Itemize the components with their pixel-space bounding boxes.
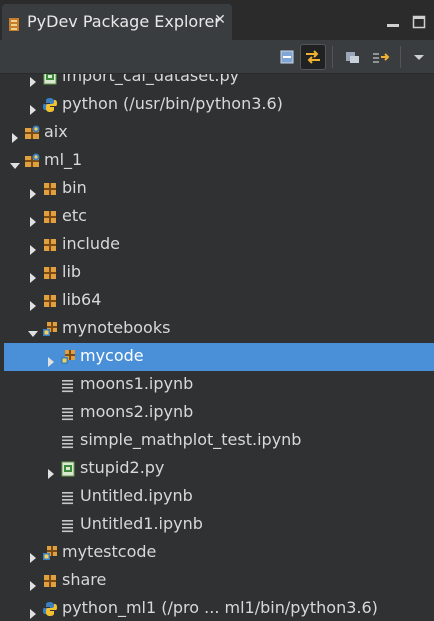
tree-item-label: moons1.ipynb xyxy=(80,374,194,393)
view-tab-bar: PyDev Package Explorer ✕ xyxy=(0,0,434,40)
filters-icon[interactable] xyxy=(340,44,366,70)
tree-item-include[interactable]: include xyxy=(0,231,434,259)
tree-item-label: etc xyxy=(62,206,87,225)
tree-item-label: lib xyxy=(62,262,82,281)
tree-item-label: ml_1 xyxy=(44,150,83,169)
tree-item-label: aix xyxy=(44,122,68,141)
chevron-right-icon[interactable] xyxy=(28,184,38,199)
view-toolbar xyxy=(0,40,434,74)
folder-icon xyxy=(42,573,58,589)
text-file-icon xyxy=(60,489,76,505)
tree-item-untitledipynb[interactable]: Untitled.ipynb xyxy=(0,483,434,511)
source-folder-icon xyxy=(42,545,58,561)
chevron-right-icon[interactable] xyxy=(10,128,20,143)
folder-icon xyxy=(42,209,58,225)
collapse-all-icon[interactable] xyxy=(274,44,300,70)
tree-item-import_cal_datasetpy[interactable]: import_cal_dataset.py xyxy=(0,74,434,91)
tree-item-label: python_ml1 (/pro ... ml1/bin/python3.6) xyxy=(62,598,378,617)
tree-item-moons1ipynb[interactable]: moons1.ipynb xyxy=(0,371,434,399)
tree-item-ml_1[interactable]: ml_1 xyxy=(0,147,434,175)
python-interpreter-icon xyxy=(42,97,58,113)
chevron-right-icon[interactable] xyxy=(46,352,56,367)
folder-icon xyxy=(42,237,58,253)
text-file-icon xyxy=(60,517,76,533)
tree-item-aix[interactable]: aix xyxy=(0,119,434,147)
project-icon xyxy=(24,153,40,169)
package-icon xyxy=(60,349,76,365)
tree-item-lib[interactable]: lib xyxy=(0,259,434,287)
project-icon xyxy=(24,125,40,141)
tree-item-mytestcode[interactable]: mytestcode xyxy=(0,539,434,567)
view-tab[interactable]: PyDev Package Explorer ✕ xyxy=(2,4,232,40)
tree-item-moons2ipynb[interactable]: moons2.ipynb xyxy=(0,399,434,427)
tree-item-label: mynotebooks xyxy=(62,318,171,337)
tree-item-python[interactable]: python (/usr/bin/python3.6) xyxy=(0,91,434,119)
python-interpreter-icon xyxy=(42,601,58,617)
focus-icon[interactable] xyxy=(368,44,394,70)
text-file-icon xyxy=(60,433,76,449)
toolbar-separator xyxy=(332,46,333,68)
tree-item-label: moons2.ipynb xyxy=(80,402,194,421)
tree-item-simple_mathplot_testipynb[interactable]: simple_mathplot_test.ipynb xyxy=(0,427,434,455)
tree-item-label: stupid2.py xyxy=(80,458,165,477)
tree-item-label: Untitled1.ipynb xyxy=(80,514,203,533)
view-menu-icon[interactable] xyxy=(406,44,432,70)
text-file-icon xyxy=(60,377,76,393)
folder-icon xyxy=(42,293,58,309)
tree-item-label: python (/usr/bin/python3.6) xyxy=(62,94,283,113)
chevron-right-icon[interactable] xyxy=(28,212,38,227)
chevron-right-icon[interactable] xyxy=(28,296,38,311)
tree-item-label: share xyxy=(62,570,107,589)
tree-item-etc[interactable]: etc xyxy=(0,203,434,231)
text-file-icon xyxy=(60,405,76,421)
view-title: PyDev Package Explorer xyxy=(27,12,221,31)
tree-item-label: import_cal_dataset.py xyxy=(62,74,240,85)
chevron-right-icon[interactable] xyxy=(28,74,38,87)
chevron-right-icon[interactable] xyxy=(28,576,38,591)
tree-item-mycode[interactable]: mycode xyxy=(4,343,434,371)
chevron-right-icon[interactable] xyxy=(28,240,38,255)
package-tree[interactable]: import_cal_dataset.pypython (/usr/bin/py… xyxy=(0,74,434,621)
tree-item-label: lib64 xyxy=(62,290,102,309)
chevron-down-icon[interactable] xyxy=(28,324,38,337)
chevron-right-icon[interactable] xyxy=(28,604,38,619)
tree-item-mynotebooks[interactable]: mynotebooks xyxy=(0,315,434,343)
python-file-icon xyxy=(42,74,58,85)
tree-item-label: simple_mathplot_test.ipynb xyxy=(80,430,302,449)
source-folder-icon xyxy=(42,321,58,337)
minimize-icon[interactable] xyxy=(386,14,400,28)
tree-item-share[interactable]: share xyxy=(0,567,434,595)
chevron-down-icon[interactable] xyxy=(10,156,20,169)
folder-icon xyxy=(42,181,58,197)
maximize-icon[interactable] xyxy=(412,14,426,29)
link-with-editor-icon[interactable] xyxy=(300,44,326,70)
tree-item-lib64[interactable]: lib64 xyxy=(0,287,434,315)
chevron-right-icon[interactable] xyxy=(28,100,38,115)
tree-item-label: bin xyxy=(62,178,87,197)
python-file-icon xyxy=(60,461,76,477)
tree-item-python_ml1[interactable]: python_ml1 (/pro ... ml1/bin/python3.6) xyxy=(0,595,434,621)
tree-item-bin[interactable]: bin xyxy=(0,175,434,203)
tree-item-label: mycode xyxy=(80,346,144,365)
chevron-right-icon[interactable] xyxy=(28,548,38,563)
folder-icon xyxy=(42,265,58,281)
tree-item-label: include xyxy=(62,234,120,253)
chevron-right-icon[interactable] xyxy=(28,268,38,283)
chevron-right-icon[interactable] xyxy=(46,464,56,479)
tree-item-label: mytestcode xyxy=(62,542,157,561)
toolbar-separator xyxy=(400,46,401,68)
tree-item-stupid2py[interactable]: stupid2.py xyxy=(0,455,434,483)
pydev-explorer-icon xyxy=(9,16,19,31)
tree-item-untitled1ipynb[interactable]: Untitled1.ipynb xyxy=(0,511,434,539)
close-icon[interactable]: ✕ xyxy=(212,12,228,28)
tree-item-label: Untitled.ipynb xyxy=(80,486,193,505)
